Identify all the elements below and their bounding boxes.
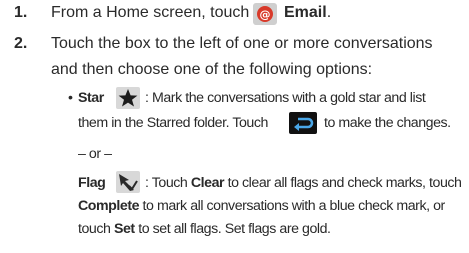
flag-option-line-3-text: to set all flags. Set flags are gold. [138, 221, 331, 237]
step-1-text: From a Home screen, touch [51, 4, 249, 22]
flag-checkmark-icon [116, 171, 140, 193]
step-2-number: 2. [14, 35, 28, 52]
email-label-period: . [326, 4, 332, 21]
flag-option-line-3: touch Set to set all flags. Set flags ar… [78, 221, 331, 237]
bullet: • [68, 90, 73, 106]
star-sep: : [145, 90, 149, 106]
back-arrow-icon [289, 112, 317, 134]
or-separator: – or – [78, 146, 112, 162]
email-icon: @ [253, 3, 277, 25]
star-icon [116, 87, 140, 109]
email-label-text: Email [284, 4, 327, 21]
flag-touch-2: touch [78, 221, 111, 237]
flag-option-line-1: : Touch Clear to clear all flags and che… [145, 175, 462, 191]
flag-option-line-2-text: to mark all conversations with a blue ch… [142, 198, 446, 214]
step-1-number: 1. [14, 4, 28, 21]
step-2-line-2: and then choose one of the following opt… [51, 61, 373, 78]
complete-label: Complete [78, 198, 140, 214]
step-1-text-before: From a Home screen, touch [51, 4, 250, 21]
flag-sep: : [145, 175, 149, 191]
star-option-line-2-after: to make the changes. [324, 115, 451, 131]
flag-option-line-1-text: to clear all flags and check marks, touc… [227, 175, 462, 191]
set-label: Set [113, 221, 135, 237]
flag-touch: Touch [151, 175, 188, 191]
flag-option-label: Flag [78, 175, 106, 191]
email-label: Email. [284, 4, 331, 22]
flag-option-line-2: Complete to mark all conversations with … [78, 198, 445, 214]
svg-text:@: @ [260, 8, 271, 21]
step-2-line-1: Touch the box to the left of one or more… [51, 35, 433, 52]
clear-label: Clear [190, 175, 225, 191]
star-option-label: Star [78, 90, 104, 106]
star-option-line-1: : Mark the conversations with a gold sta… [145, 90, 426, 106]
star-option-line-2-before: them in the Starred folder. Touch [78, 115, 268, 131]
star-option-line-1-text: Mark the conversations with a gold star … [152, 90, 426, 106]
